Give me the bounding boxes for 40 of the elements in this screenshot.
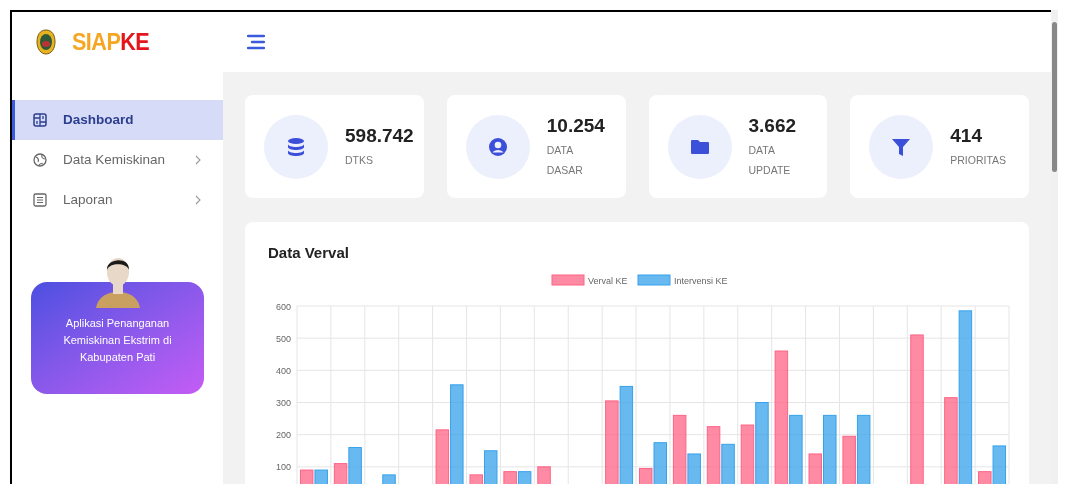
bar (503, 470, 517, 484)
stat-label: PRIORITAS (950, 152, 1007, 168)
brand-logo: SIAPKE (72, 27, 150, 57)
sidebar-item[interactable]: Dashboard (12, 100, 223, 140)
y-tick-label: 500 (275, 333, 291, 344)
menu-icon[interactable] (247, 34, 265, 50)
sidebar-item[interactable]: Laporan (12, 180, 223, 220)
user-icon (486, 136, 509, 157)
filter-icon (890, 136, 913, 157)
scrollbar[interactable] (1051, 10, 1058, 484)
bar (382, 473, 396, 484)
bar (740, 424, 755, 484)
stat-label: DATA DASAR (546, 142, 584, 178)
legend-label: Verval KE (588, 275, 628, 286)
sidebar-item[interactable]: Data Kemiskinan (12, 140, 223, 180)
y-tick-label: 300 (275, 397, 291, 408)
stat-value: 3.662 (748, 113, 798, 138)
list-icon (32, 192, 48, 208)
emblem-logo-icon (36, 29, 56, 55)
stat-label: DATA UPDATE (748, 142, 792, 178)
database-icon (285, 136, 307, 157)
globe-icon (32, 152, 48, 168)
legend-label: Intervensi KE (674, 275, 728, 286)
bar (842, 435, 856, 484)
promo-text: Aplikasi Penanganan Kemiskinan Ekstrim di Kabupaten Pati (62, 316, 173, 365)
y-tick-label: 100 (275, 461, 291, 472)
stat-value: 10.254 (546, 113, 606, 138)
bar (517, 470, 532, 484)
stat-value: 414 (950, 123, 983, 148)
chart-title: Data Verval (268, 243, 350, 263)
stat-value: 598.742 (345, 123, 414, 148)
dashboard-icon (32, 112, 48, 128)
y-tick-label: 200 (275, 429, 291, 440)
bar (314, 469, 328, 484)
y-tick-label: 400 (275, 365, 291, 376)
bar (856, 414, 871, 484)
y-tick-label: 600 (275, 301, 291, 311)
bar (299, 469, 314, 484)
stat-label: DTKS (345, 152, 374, 168)
bar (537, 465, 551, 484)
